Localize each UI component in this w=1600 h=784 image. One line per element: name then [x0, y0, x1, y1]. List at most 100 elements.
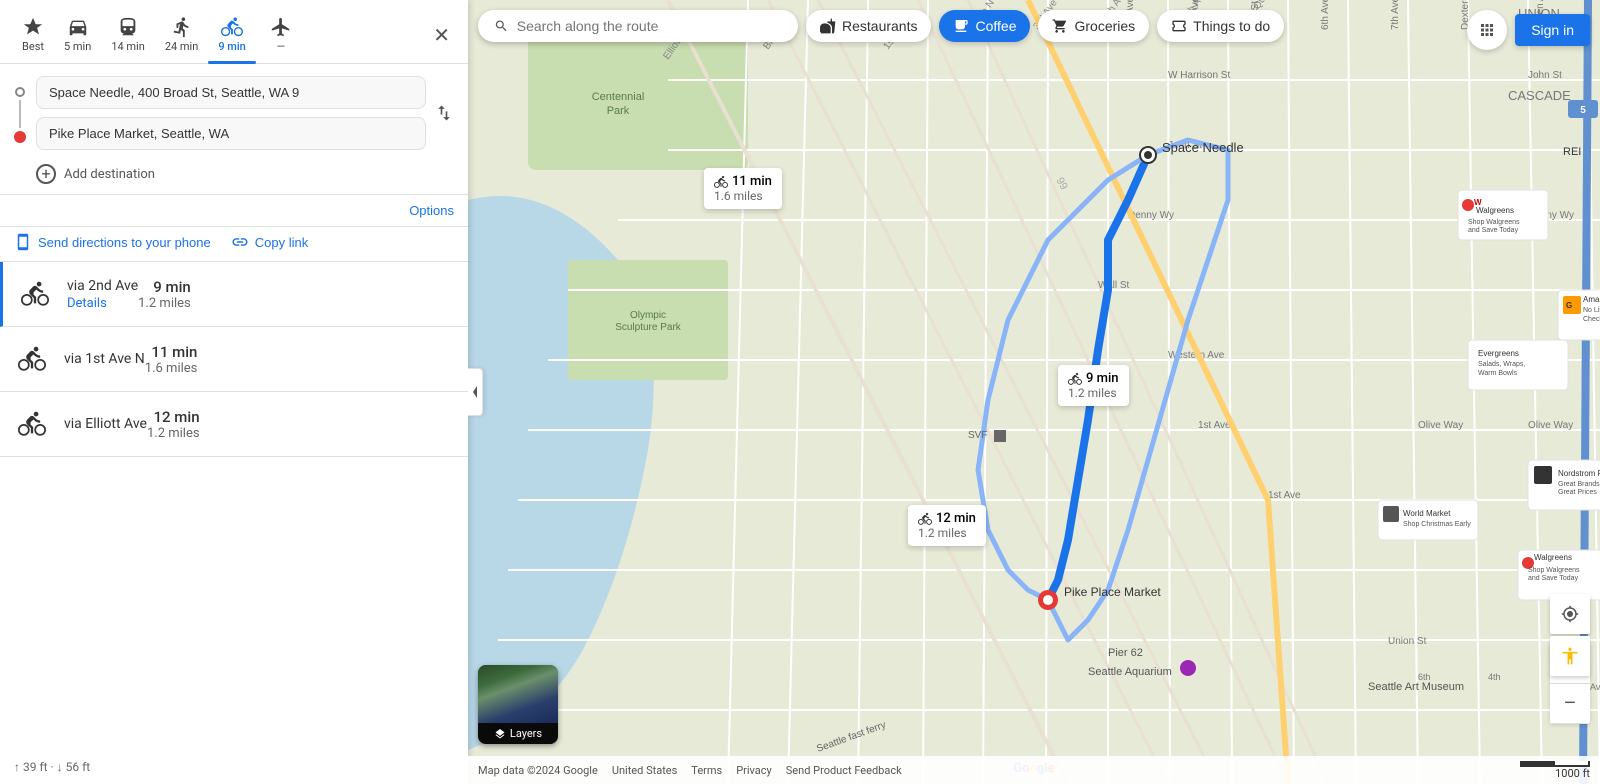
route-line: [19, 100, 21, 128]
route-info-box-3-time: 12 min: [918, 511, 976, 526]
svg-text:Sculpture Park: Sculpture Park: [615, 322, 682, 333]
route-1-time: 9 min 1.2 miles: [138, 278, 191, 311]
map-top-right-controls: Sign in: [1467, 10, 1590, 50]
coffee-label: Coffee: [975, 18, 1016, 34]
svg-text:Nordstrom Rack: Nordstrom Rack: [1558, 469, 1600, 478]
transport-mode-transit[interactable]: 14 min: [101, 10, 155, 59]
location-icon: [1561, 605, 1579, 623]
options-button[interactable]: Options: [409, 203, 454, 218]
transport-mode-walk[interactable]: 24 min: [155, 10, 209, 59]
svg-text:Seattle Aquarium: Seattle Aquarium: [1088, 666, 1172, 678]
zoom-out-button[interactable]: −: [1550, 684, 1590, 724]
bike-icon-small: [1068, 372, 1082, 386]
svg-text:Pike Place Market: Pike Place Market: [1064, 585, 1161, 599]
route-fields: [36, 76, 426, 150]
pegman-icon: [1560, 646, 1580, 666]
map-privacy-link[interactable]: Privacy: [736, 764, 772, 777]
route-search-input[interactable]: [517, 18, 782, 34]
transport-mode-walk-label: 24 min: [165, 40, 199, 53]
copy-link-button[interactable]: Copy link: [231, 233, 308, 251]
svg-text:Olympic: Olympic: [630, 310, 666, 321]
svg-text:Olive Way: Olive Way: [1528, 420, 1573, 431]
svg-text:Walgreens: Walgreens: [1534, 553, 1572, 562]
transport-mode-transit-label: 14 min: [111, 40, 145, 53]
transport-mode-car[interactable]: 5 min: [54, 10, 101, 59]
groceries-label: Groceries: [1074, 18, 1135, 34]
google-apps-button[interactable]: [1467, 10, 1507, 50]
destination-input[interactable]: [36, 117, 426, 150]
route-1-name: via 2nd Ave: [67, 278, 138, 294]
route-1-duration: 9 min: [138, 278, 191, 296]
route-option-3[interactable]: via Elliott Ave 12 min 1.2 miles: [0, 392, 468, 457]
my-location-button[interactable]: [1550, 594, 1590, 634]
svg-text:John St: John St: [1528, 70, 1562, 81]
restaurants-filter-button[interactable]: Restaurants: [806, 10, 931, 42]
svg-text:Park: Park: [607, 105, 630, 117]
svg-text:Union St: Union St: [1388, 636, 1427, 647]
sign-in-button[interactable]: Sign in: [1515, 14, 1590, 46]
things-to-do-filter-button[interactable]: Things to do: [1157, 10, 1284, 42]
route-info-box-1[interactable]: 9 min 1.2 miles: [1058, 365, 1129, 406]
route-1-details-link[interactable]: Details: [67, 296, 138, 311]
copy-link-label: Copy link: [255, 235, 308, 250]
map-area[interactable]: Centennial Park Olympic Sculpture Park: [468, 0, 1600, 784]
send-directions-button[interactable]: Send directions to your phone: [14, 233, 211, 251]
route-1-distance: 1.2 miles: [138, 296, 191, 311]
cart-icon: [1052, 18, 1068, 34]
map-top-bar: Restaurants Coffee Groceries Things to d…: [478, 10, 1590, 42]
things-to-do-label: Things to do: [1193, 18, 1270, 34]
svg-text:Shop Christmas Early: Shop Christmas Early: [1403, 521, 1471, 528]
svg-text:World Market: World Market: [1403, 509, 1451, 518]
transport-modes: Best 5 min 14 min 24 min 9 min — ✕: [0, 0, 468, 64]
svg-text:REI: REI: [1563, 146, 1581, 158]
map-country-link[interactable]: United States: [612, 764, 677, 777]
route-3-distance: 1.2 miles: [147, 426, 200, 441]
layers-button[interactable]: Layers: [478, 665, 558, 744]
route-option-1[interactable]: via 2nd Ave Details 9 min 1.2 miles: [0, 262, 468, 327]
left-panel: Best 5 min 14 min 24 min 9 min — ✕: [0, 0, 468, 784]
route-info-box-3[interactable]: 12 min 1.2 miles: [908, 505, 986, 546]
svg-text:4th: 4th: [1488, 672, 1501, 682]
svg-text:Evergreens: Evergreens: [1478, 349, 1519, 358]
collapse-panel-button[interactable]: [468, 368, 483, 416]
swap-directions-button[interactable]: [434, 103, 454, 123]
svg-text:Walgreens: Walgreens: [1476, 206, 1514, 215]
fork-icon: [820, 18, 836, 34]
svg-text:Shop Walgreens: Shop Walgreens: [1528, 567, 1580, 574]
map-footer: Map data ©2024 Google United States Term…: [468, 756, 1600, 784]
origin-input[interactable]: [36, 76, 426, 109]
coffee-filter-button[interactable]: Coffee: [939, 10, 1030, 42]
close-directions-button[interactable]: ✕: [427, 19, 456, 51]
pegman-button[interactable]: [1550, 636, 1590, 676]
add-destination-button[interactable]: + Add destination: [0, 158, 468, 194]
svg-text:Salads, Wraps,: Salads, Wraps,: [1478, 361, 1525, 368]
map-terms-link[interactable]: Terms: [691, 764, 722, 777]
route-2-name: via 1st Ave N: [64, 351, 145, 367]
bike-icon-small-3: [918, 512, 932, 526]
transport-mode-bike[interactable]: 9 min: [208, 10, 256, 59]
transport-mode-best[interactable]: Best: [12, 10, 54, 59]
panel-footer: ↑ 39 ft · ↓ 56 ft: [0, 750, 468, 784]
transport-mode-more[interactable]: —: [260, 10, 302, 59]
map-search-box[interactable]: [478, 10, 798, 42]
origin-dot: [15, 87, 25, 97]
route-3-time: 12 min 1.2 miles: [147, 408, 200, 441]
transport-mode-car-label: 5 min: [64, 40, 91, 53]
destination-dot: [14, 131, 26, 143]
map-background: Centennial Park Olympic Sculpture Park: [468, 0, 1600, 784]
route-dots: [14, 83, 26, 143]
svg-text:Seattle Art Museum: Seattle Art Museum: [1368, 681, 1464, 693]
route-2-info: via 1st Ave N: [64, 351, 145, 367]
route-2-duration: 11 min: [145, 343, 198, 361]
svg-text:5: 5: [1580, 105, 1586, 116]
route-info-box-2[interactable]: 11 min 1.6 miles: [704, 168, 782, 209]
scale-bar-container: 1000 ft: [1520, 761, 1590, 780]
groceries-filter-button[interactable]: Groceries: [1038, 10, 1149, 42]
svg-text:1st Ave: 1st Ave: [1268, 490, 1301, 501]
svg-text:Shop Walgreens: Shop Walgreens: [1468, 219, 1520, 226]
transport-mode-best-label: Best: [22, 40, 44, 53]
svg-text:Centennial: Centennial: [592, 91, 645, 103]
svg-text:1st Ave: 1st Ave: [1198, 420, 1231, 431]
map-feedback-link[interactable]: Send Product Feedback: [786, 764, 902, 777]
route-option-2[interactable]: via 1st Ave N 11 min 1.6 miles: [0, 327, 468, 392]
